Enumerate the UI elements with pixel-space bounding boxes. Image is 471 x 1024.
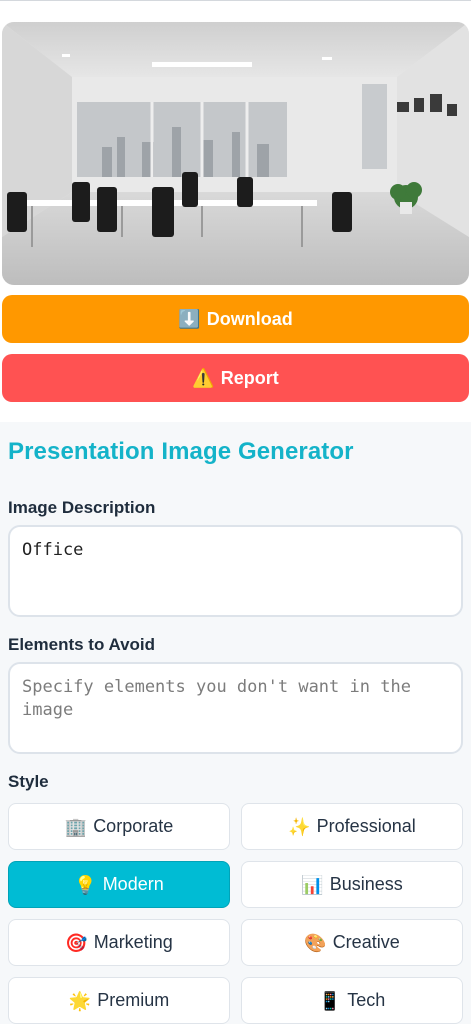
- bar-chart-icon: 📊: [301, 874, 324, 895]
- style-option-label: Professional: [316, 816, 416, 836]
- mobile-phone-icon: 📱: [318, 990, 342, 1011]
- style-option-modern[interactable]: 💡 Modern: [8, 861, 230, 908]
- style-option-business[interactable]: 📊 Business: [241, 861, 463, 908]
- image-description-input[interactable]: Office: [8, 525, 463, 617]
- page-title: Presentation Image Generator: [8, 438, 354, 465]
- style-option-label: Creative: [332, 932, 400, 952]
- style-option-label: Corporate: [93, 816, 174, 836]
- style-option-corporate[interactable]: 🏢 Corporate: [8, 803, 230, 850]
- elements-to-avoid-label: Elements to Avoid: [8, 635, 156, 654]
- style-option-creative[interactable]: 🎨 Creative: [241, 919, 463, 966]
- style-option-label: Modern: [102, 874, 164, 894]
- generated-image-preview: [2, 22, 469, 285]
- office-image: [2, 22, 469, 285]
- style-option-marketing[interactable]: 🎯 Marketing: [8, 919, 230, 966]
- style-option-tech[interactable]: 📱 Tech: [241, 977, 463, 1024]
- style-option-label: Premium: [97, 990, 170, 1010]
- style-option-premium[interactable]: 🌟 Premium: [8, 977, 230, 1024]
- download-label: Download: [206, 308, 293, 329]
- report-label: Report: [220, 367, 279, 388]
- glowing-star-icon: 🌟: [68, 990, 92, 1011]
- report-button[interactable]: ⚠️ Report: [2, 354, 469, 402]
- style-label: Style: [8, 772, 49, 791]
- office-building-icon: 🏢: [64, 816, 88, 837]
- target-icon: 🎯: [65, 932, 88, 953]
- style-option-label: Tech: [347, 990, 386, 1010]
- image-description-label: Image Description: [8, 498, 156, 517]
- style-option-label: Business: [329, 874, 403, 894]
- warning-icon: ⚠️: [192, 368, 215, 388]
- style-options: 🏢 Corporate ✨ Professional 💡 Modern 📊 Bu…: [8, 803, 463, 1024]
- download-button[interactable]: ⬇️ Download: [2, 295, 469, 343]
- style-option-professional[interactable]: ✨ Professional: [241, 803, 463, 850]
- download-icon: ⬇️: [178, 309, 201, 329]
- top-divider: [0, 0, 471, 1]
- style-option-label: Marketing: [93, 932, 173, 952]
- palette-icon: 🎨: [304, 932, 327, 953]
- light-bulb-icon: 💡: [74, 874, 97, 895]
- sparkles-icon: ✨: [288, 816, 311, 837]
- elements-to-avoid-input[interactable]: [8, 662, 463, 754]
